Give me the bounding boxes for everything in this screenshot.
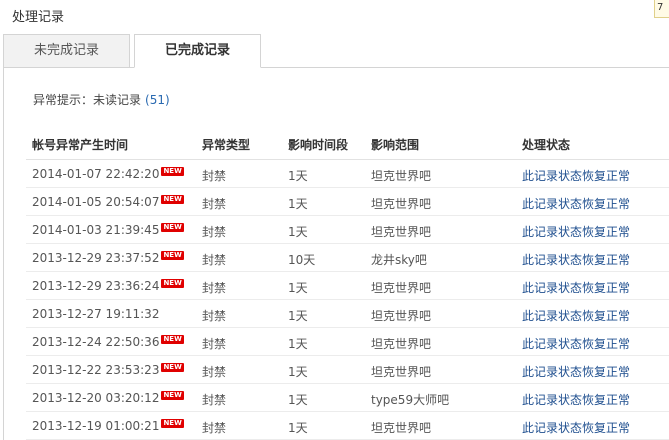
records-table: 帐号异常产生时间 异常类型 影响时间段 影响范围 处理状态 2014-01-07…: [26, 126, 669, 440]
record-time-cell: 2013-12-27 19:11:32: [32, 307, 159, 321]
record-duration: 1天: [288, 309, 308, 323]
unread-count-link[interactable]: (51): [145, 93, 170, 107]
tab-finished-records[interactable]: 已完成记录: [134, 34, 261, 68]
table-row: 2013-12-27 19:11:32 封禁 1天 坦克世界吧 此记录状态恢复正常: [26, 300, 669, 328]
record-scope: 坦克世界吧: [371, 365, 432, 379]
column-header-type: 异常类型: [202, 138, 251, 152]
record-duration: 1天: [288, 225, 308, 239]
record-status-link[interactable]: 此记录状态恢复正常: [522, 223, 630, 240]
record-time: 2013-12-29 23:36:24: [32, 279, 160, 293]
record-time: 2014-01-03 21:39:45: [32, 223, 160, 237]
record-time-cell: 2013-12-22 23:53:23 NEW: [32, 363, 184, 377]
corner-tab[interactable]: 7: [654, 0, 669, 18]
new-badge-icon: NEW: [161, 167, 184, 176]
record-type: 封禁: [202, 393, 227, 407]
table-row: 2013-12-29 23:36:24 NEW 封禁 1天 坦克世界吧 此记录状态恢复正常: [26, 272, 669, 300]
alert-line: 异常提示：未读记录 (51): [33, 91, 170, 108]
record-scope: 坦克世界吧: [371, 337, 432, 351]
record-type: 封禁: [202, 309, 227, 323]
new-badge-icon: NEW: [161, 419, 184, 428]
record-status-link[interactable]: 此记录状态恢复正常: [522, 279, 630, 296]
record-time-cell: 2013-12-19 01:00:21 NEW: [32, 419, 184, 433]
record-time-cell: 2013-12-29 23:37:52 NEW: [32, 251, 184, 265]
record-time: 2013-12-20 03:20:12: [32, 391, 160, 405]
new-badge-icon: NEW: [161, 195, 184, 204]
alert-label: 异常提示：未读记录: [33, 93, 142, 107]
record-time-cell: 2013-12-29 23:36:24 NEW: [32, 279, 184, 293]
record-time: 2013-12-24 22:50:36: [32, 335, 160, 349]
record-status-link[interactable]: 此记录状态恢复正常: [522, 251, 630, 268]
record-status-link[interactable]: 此记录状态恢复正常: [522, 391, 630, 408]
table-row: 2014-01-07 22:42:20 NEW 封禁 1天 坦克世界吧 此记录状态恢复正常: [26, 160, 669, 188]
record-duration: 1天: [288, 337, 308, 351]
record-duration: 1天: [288, 169, 308, 183]
table-row: 2014-01-05 20:54:07 NEW 封禁 1天 坦克世界吧 此记录状态恢复正常: [26, 188, 669, 216]
record-status-link[interactable]: 此记录状态恢复正常: [522, 195, 630, 212]
record-duration: 1天: [288, 197, 308, 211]
table-body: 2014-01-07 22:42:20 NEW 封禁 1天 坦克世界吧 此记录状态恢复正常…: [26, 160, 669, 440]
record-scope: type59大师吧: [371, 393, 450, 407]
record-time: 2013-12-19 01:00:21: [32, 419, 160, 433]
record-status-link[interactable]: 此记录状态恢复正常: [522, 307, 630, 324]
record-scope: 坦克世界吧: [371, 281, 432, 295]
record-status-link[interactable]: 此记录状态恢复正常: [522, 167, 630, 184]
record-type: 封禁: [202, 225, 227, 239]
record-time-cell: 2014-01-05 20:54:07 NEW: [32, 195, 184, 209]
new-badge-icon: NEW: [161, 363, 184, 372]
record-time: 2014-01-05 20:54:07: [32, 195, 160, 209]
column-header-duration: 影响时间段: [288, 138, 349, 152]
record-status-link[interactable]: 此记录状态恢复正常: [522, 335, 630, 352]
new-badge-icon: NEW: [161, 223, 184, 232]
record-type: 封禁: [202, 365, 227, 379]
record-duration: 1天: [288, 281, 308, 295]
record-scope: 坦克世界吧: [371, 225, 432, 239]
record-scope: 坦克世界吧: [371, 421, 432, 435]
record-time-cell: 2013-12-20 03:20:12 NEW: [32, 391, 184, 405]
tab-bar: 未完成记录 已完成记录: [3, 34, 669, 68]
table-header: 帐号异常产生时间 异常类型 影响时间段 影响范围 处理状态: [26, 126, 669, 160]
record-duration: 1天: [288, 421, 308, 435]
record-scope: 坦克世界吧: [371, 309, 432, 323]
record-type: 封禁: [202, 281, 227, 295]
new-badge-icon: NEW: [161, 391, 184, 400]
table-row: 2013-12-24 22:50:36 NEW 封禁 1天 坦克世界吧 此记录状态恢复正常: [26, 328, 669, 356]
new-badge-icon: NEW: [161, 251, 184, 260]
record-status-link[interactable]: 此记录状态恢复正常: [522, 419, 630, 436]
page-title: 处理记录: [12, 10, 65, 25]
record-scope: 龙井sky吧: [371, 253, 427, 267]
record-scope: 坦克世界吧: [371, 197, 432, 211]
record-time: 2013-12-29 23:37:52: [32, 251, 160, 265]
record-type: 封禁: [202, 253, 227, 267]
record-time-cell: 2013-12-24 22:50:36 NEW: [32, 335, 184, 349]
record-duration: 1天: [288, 365, 308, 379]
table-row: 2013-12-29 23:37:52 NEW 封禁 10天 龙井sky吧 此记录状态恢复…: [26, 244, 669, 272]
record-type: 封禁: [202, 337, 227, 351]
table-row: 2013-12-22 23:53:23 NEW 封禁 1天 坦克世界吧 此记录状态恢复正常: [26, 356, 669, 384]
column-header-scope: 影响范围: [371, 138, 420, 152]
record-time: 2013-12-27 19:11:32: [32, 307, 160, 321]
record-duration: 10天: [288, 253, 316, 267]
record-scope: 坦克世界吧: [371, 169, 432, 183]
record-type: 封禁: [202, 421, 227, 435]
table-row: 2014-01-03 21:39:45 NEW 封禁 1天 坦克世界吧 此记录状态恢复正常: [26, 216, 669, 244]
record-status-link[interactable]: 此记录状态恢复正常: [522, 363, 630, 380]
tab-unfinished-records[interactable]: 未完成记录: [3, 34, 130, 68]
table-row: 2013-12-20 03:20:12 NEW 封禁 1天 type59大师吧 此记录状态…: [26, 384, 669, 412]
table-row: 2013-12-19 01:00:21 NEW 封禁 1天 坦克世界吧 此记录状态恢复正常: [26, 412, 669, 440]
record-duration: 1天: [288, 393, 308, 407]
column-header-time: 帐号异常产生时间: [32, 138, 129, 152]
record-time-cell: 2014-01-07 22:42:20 NEW: [32, 167, 184, 181]
new-badge-icon: NEW: [161, 335, 184, 344]
record-type: 封禁: [202, 169, 227, 183]
record-time-cell: 2014-01-03 21:39:45 NEW: [32, 223, 184, 237]
column-header-status: 处理状态: [522, 138, 571, 152]
record-time: 2014-01-07 22:42:20: [32, 167, 160, 181]
record-time: 2013-12-22 23:53:23: [32, 363, 160, 377]
record-type: 封禁: [202, 197, 227, 211]
new-badge-icon: NEW: [161, 279, 184, 288]
